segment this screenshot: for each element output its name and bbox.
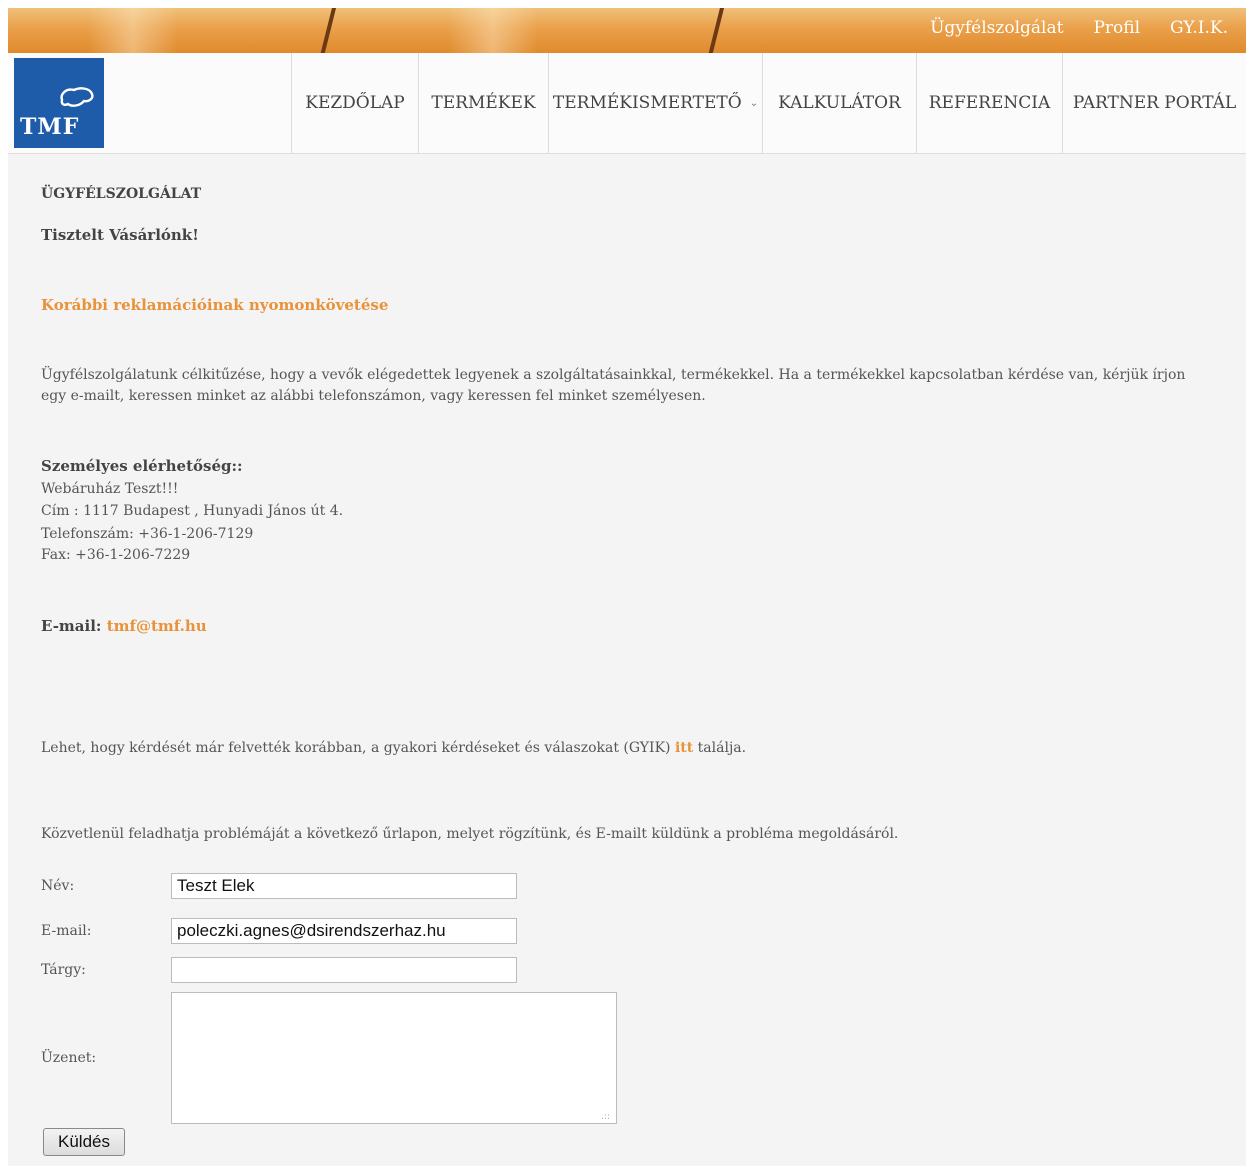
email-input[interactable] — [171, 918, 517, 944]
topbar-decoration — [448, 8, 538, 53]
nav-label: REFERENCIA — [928, 93, 1051, 113]
submit-button[interactable]: Küldés — [43, 1128, 125, 1156]
logo[interactable]: TMF — [14, 58, 104, 148]
faq-text-before: Lehet, hogy kérdését már felvették koráb… — [41, 740, 675, 756]
form-intro: Közvetlenül feladhatja problémáját a köv… — [41, 826, 899, 842]
faq-text: Lehet, hogy kérdését már felvették koráb… — [41, 738, 746, 759]
page-frame: Ügyfélszolgálat Profil GY.I.K. TMF KEZDŐ… — [8, 8, 1246, 1166]
message-label: Üzenet: — [41, 1050, 97, 1066]
faq-link[interactable]: itt — [675, 740, 693, 756]
email-label: E-mail: — [41, 617, 102, 635]
nav-item-home[interactable]: KEZDŐLAP — [291, 53, 418, 153]
intro-text: Ügyfélszolgálatunk célkitűzése, hogy a v… — [41, 367, 1186, 404]
toplink-profile[interactable]: Profil — [1093, 18, 1140, 38]
top-bar: Ügyfélszolgálat Profil GY.I.K. — [8, 8, 1246, 53]
message-textarea[interactable] — [171, 992, 617, 1124]
map-outline-icon — [60, 87, 94, 107]
header: TMF KEZDŐLAP TERMÉKEK TERMÉKISMERTETŐ ⌄ K… — [8, 53, 1246, 154]
contact-line: Cím : 1117 Budapest , Hunyadi János út 4… — [41, 503, 344, 519]
logo-text: TMF — [20, 114, 80, 140]
topbar-slash-decoration — [319, 8, 337, 53]
name-input[interactable] — [171, 873, 517, 899]
faq-text-after: találja. — [693, 740, 747, 756]
resize-grip-icon[interactable]: .:: — [601, 1107, 610, 1128]
nav-item-products[interactable]: TERMÉKEK — [418, 53, 548, 153]
name-label: Név: — [41, 878, 75, 894]
nav-label: KALKULÁTOR — [778, 93, 901, 113]
chevron-down-icon: ⌄ — [749, 97, 759, 109]
contact-line: Telefonszám: +36-1-206-7129 — [41, 526, 254, 542]
topbar-slash-decoration — [707, 8, 725, 53]
topbar-decoration — [88, 8, 178, 53]
nav-item-calculator[interactable]: KALKULÁTOR — [762, 53, 916, 153]
top-links: Ügyfélszolgálat Profil GY.I.K. — [930, 18, 1228, 38]
page-title: ÜGYFÉLSZOLGÁLAT — [41, 186, 202, 202]
nav-item-reference[interactable]: REFERENCIA — [916, 53, 1062, 153]
nav-label: TERMÉKISMERTETŐ — [552, 93, 742, 113]
nav-label: PARTNER PORTÁL — [1072, 93, 1237, 113]
email-row: E-mail: tmf@tmf.hu — [41, 616, 207, 637]
greeting: Tisztelt Vásárlónk! — [41, 226, 199, 244]
contact-line: Webáruház Teszt!!! — [41, 481, 179, 497]
main-nav: KEZDŐLAP TERMÉKEK TERMÉKISMERTETŐ ⌄ KALKU… — [291, 53, 1246, 153]
nav-item-partner-portal[interactable]: PARTNER PORTÁL — [1062, 53, 1246, 153]
contact-line: Fax: +36-1-206-7229 — [41, 547, 191, 563]
subject-label: Tárgy: — [41, 962, 86, 978]
complaint-tracking-link[interactable]: Korábbi reklamációinak nyomonkövetése — [41, 295, 388, 316]
toplink-customer-service[interactable]: Ügyfélszolgálat — [930, 18, 1063, 38]
subject-input[interactable] — [171, 957, 517, 983]
toplink-faq[interactable]: GY.I.K. — [1170, 18, 1228, 38]
contact-heading: Személyes elérhetőség:: — [41, 457, 243, 475]
email-field-label: E-mail: — [41, 923, 92, 939]
nav-item-product-info[interactable]: TERMÉKISMERTETŐ ⌄ — [548, 53, 762, 153]
email-link[interactable]: tmf@tmf.hu — [107, 617, 207, 635]
nav-label: KEZDŐLAP — [305, 93, 405, 113]
nav-label: TERMÉKEK — [431, 93, 536, 113]
